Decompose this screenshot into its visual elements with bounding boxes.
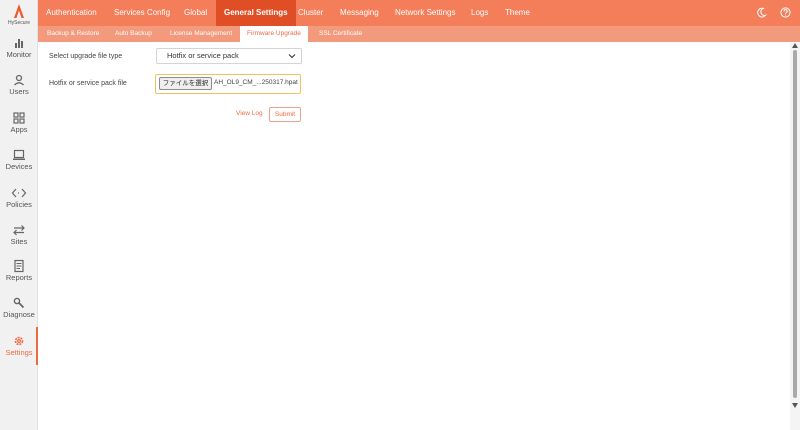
tab-global[interactable]: Global [176,0,215,26]
top-nav-bar: Authentication Services Config Global Ge… [38,0,800,26]
file-input[interactable]: ファイルを選択 AH_OL9_CM_...250317.hpat [155,74,301,94]
sidebar-item-label: Policies [6,200,32,209]
wrench-icon [13,297,25,309]
sub-nav-bar: Backup & Restore Auto Backup License Man… [38,26,800,42]
choose-file-button[interactable]: ファイルを選択 [159,77,212,90]
sidebar-item-label: Diagnose [3,310,35,319]
sidebar-item-policies[interactable]: Policies [0,185,38,219]
sidebar-item-diagnose[interactable]: Diagnose [0,295,38,329]
scroll-up-icon[interactable] [792,43,798,48]
bar-chart-icon [15,39,23,48]
sidebar-item-reports[interactable]: Reports [0,258,38,292]
file-type-select[interactable]: Hotfix or service pack [156,48,302,64]
sidebar-item-label: Monitor [6,50,32,59]
sidebar-item-label: Reports [5,273,33,282]
code-arrows-icon [11,188,27,198]
file-type-value: Hotfix or service pack [167,51,239,60]
tab-network-settings[interactable]: Network Settings [387,0,463,26]
tab-messaging[interactable]: Messaging [332,0,387,26]
tab-cluster[interactable]: Cluster [290,0,331,26]
subtab-ssl-certificate[interactable]: SSL Certificate [312,26,369,42]
sidebar-item-label: Users [9,87,29,96]
scrollbar-thumb[interactable] [793,50,797,398]
help-icon[interactable] [780,7,791,18]
selected-file-name: AH_OL9_CM_...250317.hpat [214,79,298,86]
subtab-backup-restore[interactable]: Backup & Restore [40,26,106,42]
sidebar-item-label: Sites [10,237,28,246]
file-label: Hotfix or service pack file [49,80,127,87]
subtab-license-management[interactable]: License Management [163,26,239,42]
firmware-upgrade-panel: Select upgrade file type Hotfix or servi… [38,42,790,430]
view-log-link[interactable]: View Log [236,110,263,117]
tab-theme[interactable]: Theme [497,0,538,26]
tab-logs[interactable]: Logs [463,0,496,26]
gear-icon [14,336,24,346]
sidebar: HySecure Monitor Users Apps Devices Poli… [0,0,38,430]
sidebar-item-label: Settings [5,348,33,357]
report-icon [14,259,24,273]
chevron-down-icon [288,54,296,59]
sidebar-item-apps[interactable]: Apps [0,110,38,144]
moon-icon[interactable] [756,7,767,18]
scroll-down-icon[interactable] [792,403,798,408]
tab-authentication[interactable]: Authentication [38,0,105,26]
sidebar-item-devices[interactable]: Devices [0,147,38,181]
apps-grid-icon [13,112,25,124]
user-icon [14,74,24,86]
sidebar-item-settings[interactable]: Settings [0,327,38,367]
logo-mark-icon [14,4,24,18]
swap-arrows-icon [13,225,25,236]
sidebar-item-label: Apps [10,125,28,134]
sidebar-item-label: Devices [5,162,33,171]
sidebar-item-monitor[interactable]: Monitor [0,35,38,69]
logo-text: HySecure [8,20,30,26]
laptop-icon [13,149,25,160]
subtab-auto-backup[interactable]: Auto Backup [108,26,159,42]
tab-services-config[interactable]: Services Config [106,0,178,26]
hysecure-logo[interactable]: HySecure [0,0,38,28]
file-type-label: Select upgrade file type [49,53,123,60]
vertical-scrollbar[interactable] [790,42,800,430]
sidebar-item-sites[interactable]: Sites [0,222,38,256]
sidebar-item-users[interactable]: Users [0,72,38,106]
tab-general-settings[interactable]: General Settings [216,0,296,26]
subtab-firmware-upgrade[interactable]: Firmware Upgrade [240,26,308,42]
submit-button[interactable]: Submit [269,107,301,122]
